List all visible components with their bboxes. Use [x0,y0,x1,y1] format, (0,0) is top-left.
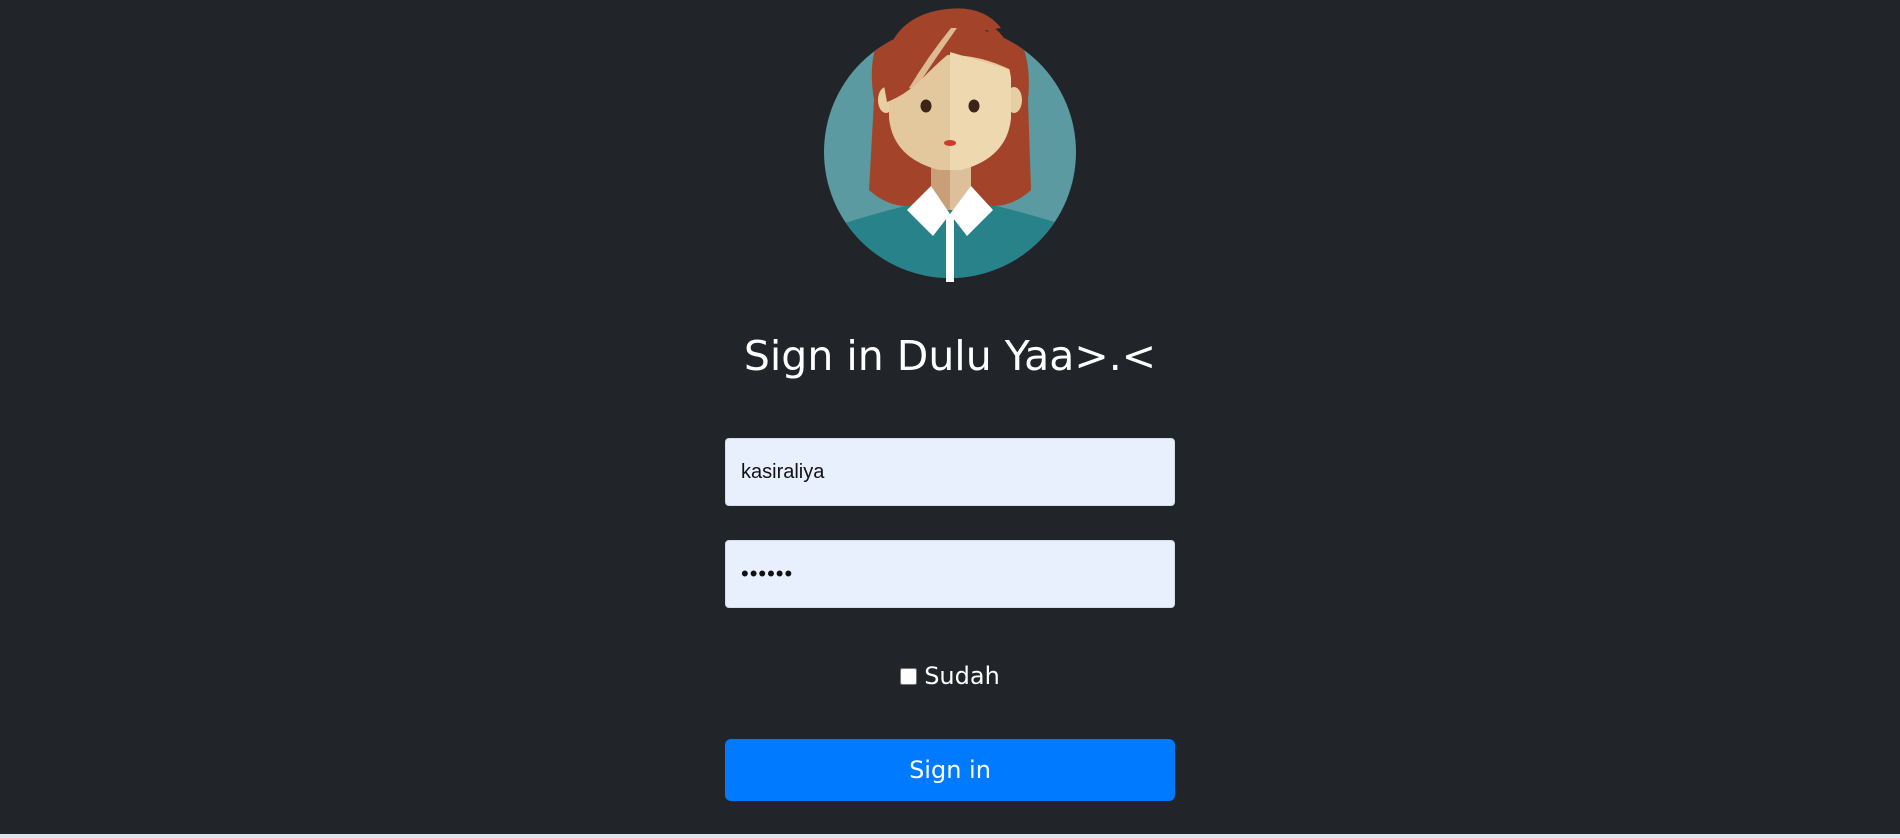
bottom-edge-strip [0,834,1900,838]
woman-avatar-icon [819,0,1081,282]
remember-checkbox-row[interactable]: Sudah [0,662,1900,690]
sign-in-button[interactable]: Sign in [725,739,1175,801]
page-title: Sign in Dulu Yaa>.< [743,332,1157,380]
login-page: Sign in Dulu Yaa>.< Sudah Sign in [0,0,1900,838]
username-input[interactable] [725,438,1175,506]
password-input[interactable] [725,540,1175,608]
remember-checkbox[interactable] [900,667,918,685]
remember-label: Sudah [924,662,1000,690]
